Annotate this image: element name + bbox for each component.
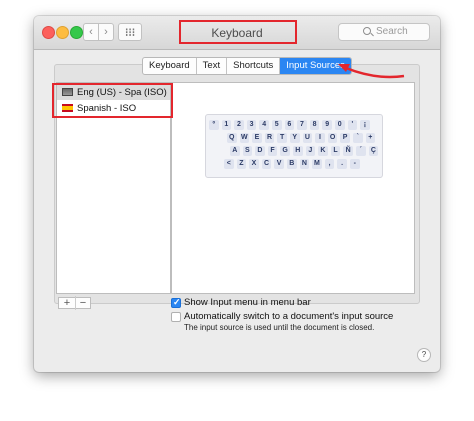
keyboard-key: <: [224, 159, 234, 169]
keyboard-key: 4: [259, 120, 269, 130]
keyboard-key: `: [353, 133, 363, 143]
keyboard-key: W: [239, 133, 250, 143]
keyboard-key: Ç: [368, 146, 379, 156]
keyboard-key: E: [252, 133, 262, 143]
search-field[interactable]: Search: [338, 23, 430, 41]
keyboard-key: 3: [246, 120, 257, 130]
keyboard-key: .: [337, 159, 347, 169]
tab-shortcuts[interactable]: Shortcuts: [227, 58, 281, 74]
keyboard-key: L: [330, 146, 341, 156]
keyboard-key: C: [261, 159, 272, 169]
keyboard-key: Ñ: [343, 146, 353, 156]
help-button[interactable]: ?: [417, 348, 431, 362]
add-input-source-button[interactable]: +: [59, 296, 76, 310]
keyboard-key: A: [230, 146, 240, 156]
keyboard-key: N: [299, 159, 310, 169]
search-icon: [363, 27, 371, 35]
show-input-menu-checkbox[interactable]: [171, 297, 181, 308]
keyboard-key: P: [340, 133, 350, 143]
show-input-menu-label: Show Input menu in menu bar: [184, 297, 311, 308]
keyboard-key: 6: [284, 120, 295, 130]
annotation-arrow: [338, 64, 405, 79]
keyboard-key: B: [287, 159, 297, 169]
keyboard-key: +: [365, 133, 376, 143]
auto-switch-checkbox[interactable]: [171, 312, 181, 322]
keyboard-key: G: [280, 146, 290, 156]
keyboard-key: J: [305, 146, 316, 156]
keyboard-key: 7: [297, 120, 307, 130]
keyboard-layout-preview: º 1 2 3 4 5 6 7 8 9 0 ' ¡ Q W E R T Y U I O P ` + A S D F G H J K L Ñ ´ Ç …: [205, 114, 383, 178]
keyboard-key: S: [242, 146, 253, 156]
list-controls: + −: [58, 296, 91, 310]
auto-switch-note: The input source is used until the docum…: [184, 323, 375, 332]
keyboard-key: F: [267, 146, 278, 156]
auto-switch-label: Automatically switch to a document's inp…: [184, 311, 394, 322]
search-placeholder: Search: [376, 26, 408, 37]
keyboard-key: D: [255, 146, 265, 156]
keyboard-key: 5: [272, 120, 282, 130]
keyboard-key: 9: [322, 120, 332, 130]
keyboard-key: ,: [324, 159, 335, 169]
keyboard-key: Y: [290, 133, 300, 143]
keyboard-key: 0: [335, 120, 345, 130]
keyboard-key: I: [315, 133, 325, 143]
keyboard-key: X: [249, 159, 259, 169]
remove-input-source-button[interactable]: −: [75, 296, 91, 310]
keyboard-key: 2: [234, 120, 244, 130]
keyboard-key: O: [327, 133, 338, 143]
tab-keyboard[interactable]: Keyboard: [143, 58, 197, 74]
keyboard-key: º: [209, 120, 219, 130]
keyboard-key: ¡: [360, 120, 370, 130]
keyboard-key: 1: [221, 120, 232, 130]
keyboard-key: R: [264, 133, 275, 143]
keyboard-key: Q: [227, 133, 237, 143]
tab-bar: Keyboard Text Shortcuts Input Sources: [142, 57, 352, 75]
input-sources-highlight-box: [52, 83, 173, 118]
keyboard-key: T: [277, 133, 287, 143]
keyboard-key: 8: [309, 120, 320, 130]
keyboard-key: M: [312, 159, 322, 169]
keyboard-key: -: [350, 159, 360, 169]
keyboard-key: Z: [236, 159, 247, 169]
keyboard-key: ´: [356, 146, 366, 156]
keyboard-key: U: [302, 133, 313, 143]
keyboard-key: K: [318, 146, 328, 156]
title-highlight-box: [179, 20, 297, 44]
keyboard-key: V: [274, 159, 284, 169]
keyboard-key: ': [347, 120, 358, 130]
tab-text[interactable]: Text: [197, 58, 228, 74]
keyboard-key: H: [293, 146, 303, 156]
